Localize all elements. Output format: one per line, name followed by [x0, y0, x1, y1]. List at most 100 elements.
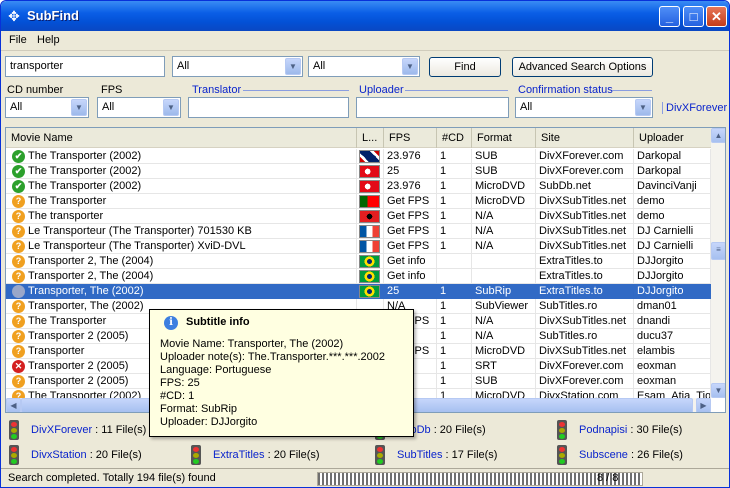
- language-flag-cell: [357, 224, 384, 239]
- confirmation-value: All: [520, 101, 533, 113]
- maximize-button[interactable]: □: [683, 6, 704, 27]
- uploader-input[interactable]: [356, 97, 509, 118]
- table-row[interactable]: The Transporter (2002) 25 1 SUB DivXForever.…: [6, 164, 711, 179]
- subtitle-info-tooltip: i Subtitle info Movie Name: Transporter,…: [149, 309, 414, 437]
- confirmation-label: Confirmation status: [518, 84, 613, 96]
- site-name[interactable]: ExtraTitles: [213, 449, 265, 461]
- confirmed-check-icon: ✔: [12, 180, 25, 193]
- cell-uploader: DJJorgito: [634, 284, 711, 299]
- find-button[interactable]: Find: [429, 57, 501, 77]
- table-row[interactable]: Transporter, The (2002) 25 1 SubRip ExtraTit…: [6, 284, 711, 299]
- site-file-count: : 20 File(s): [264, 449, 320, 461]
- cell-name: The Transporter (2002): [6, 164, 357, 179]
- cell-uploader: elambis: [634, 344, 711, 359]
- cell-site: ExtraTitles.to: [536, 254, 634, 269]
- language-select-2[interactable]: All ▼: [308, 56, 420, 77]
- rejected-x-icon: ✕: [12, 360, 25, 373]
- table-row[interactable]: Le Transporteur (The Transporter) XviD-D…: [6, 239, 711, 254]
- cell-name: The Transporter (2002): [6, 179, 357, 194]
- column-fps[interactable]: FPS: [384, 128, 437, 148]
- site-name[interactable]: SubTitles: [397, 449, 442, 461]
- language-flag-cell: [357, 284, 384, 299]
- site-count-divxforever[interactable]: DivXForever : 11 File(s): [9, 420, 146, 440]
- site-name[interactable]: DivXForever: [31, 424, 92, 436]
- table-row[interactable]: Transporter 2, The (2004) Get info ExtraTi…: [6, 254, 711, 269]
- site-count-podnapisi[interactable]: Podnapisi : 30 File(s): [557, 420, 682, 440]
- search-progress-bar: [317, 472, 643, 486]
- column-cd[interactable]: #CD: [437, 128, 472, 148]
- language-select-1-value: All: [177, 60, 190, 72]
- table-row[interactable]: The Transporter (2002) 23.976 1 MicroDVD Sub…: [6, 179, 711, 194]
- cd-number-select[interactable]: All ▼: [5, 97, 89, 118]
- advanced-search-button[interactable]: Advanced Search Options: [512, 57, 653, 77]
- table-row[interactable]: Le Transporteur (The Transporter) 701530…: [6, 224, 711, 239]
- site-file-count: : 17 File(s): [442, 449, 498, 461]
- cell-name: The Transporter: [6, 194, 357, 209]
- cell-name: Transporter 2, The (2004): [6, 254, 357, 269]
- scroll-right-button[interactable]: ▶: [696, 398, 711, 412]
- title-bar[interactable]: ✥ SubFind _ □ ✕: [1, 1, 729, 31]
- minimize-button[interactable]: _: [659, 6, 680, 27]
- site-name[interactable]: Subscene: [579, 449, 628, 461]
- vertical-scrollbar[interactable]: ▲ ≡ ▼: [711, 128, 725, 398]
- scroll-left-button[interactable]: ◀: [6, 398, 21, 412]
- site-count-subtitles[interactable]: SubTitles : 17 File(s): [375, 445, 498, 465]
- cell-cd: [437, 254, 472, 269]
- cell-cd: 1: [437, 194, 472, 209]
- traffic-light-icon: [557, 420, 567, 440]
- site-name[interactable]: DivxStation: [31, 449, 87, 461]
- traffic-light-icon: [9, 445, 19, 465]
- site-count-extratitles[interactable]: ExtraTitles : 20 File(s): [191, 445, 320, 465]
- language-select-1[interactable]: All ▼: [172, 56, 303, 77]
- cell-cd: 1: [437, 299, 472, 314]
- unconfirmed-question-icon: ?: [12, 270, 25, 283]
- cd-number-value: All: [10, 101, 23, 113]
- confirmation-select[interactable]: All ▼: [515, 97, 653, 118]
- cell-fps: 23.976: [384, 149, 437, 164]
- cell-fps: Get FPS: [384, 239, 437, 254]
- fps-label: FPS: [101, 84, 123, 96]
- cell-site: ExtraTitles.to: [536, 284, 634, 299]
- table-row[interactable]: Transporter 2, The (2004) Get info ExtraTi…: [6, 269, 711, 284]
- cell-format: SUB: [472, 149, 536, 164]
- scroll-up-button[interactable]: ▲: [711, 128, 725, 143]
- cell-cd: 1: [437, 239, 472, 254]
- close-button[interactable]: ✕: [706, 6, 727, 27]
- translator-input[interactable]: [188, 97, 349, 118]
- site-count-divxstation[interactable]: DivxStation : 20 File(s): [9, 445, 142, 465]
- site-tab-divxforever[interactable]: DivXForever: [662, 102, 727, 114]
- cell-site: DivXForever.com: [536, 164, 634, 179]
- cell-fps: 25: [384, 284, 437, 299]
- cell-site: DivXSubTitles.net: [536, 239, 634, 254]
- column-site[interactable]: Site: [536, 128, 634, 148]
- column-uploader[interactable]: Uploader: [634, 128, 711, 148]
- cell-site: SubTitles.ro: [536, 299, 634, 314]
- table-row[interactable]: The Transporter Get FPS 1 MicroDVD DivXSubTi…: [6, 194, 711, 209]
- table-row[interactable]: The transporter Get FPS 1 N/A DivXSubTitles.…: [6, 209, 711, 224]
- cell-cd: 1: [437, 164, 472, 179]
- scroll-thumb[interactable]: ≡: [711, 242, 725, 260]
- site-name[interactable]: Podnapisi: [579, 424, 627, 436]
- menu-help[interactable]: Help: [37, 34, 60, 46]
- cell-site: DivXSubTitles.net: [536, 209, 634, 224]
- app-icon: ✥: [8, 8, 20, 24]
- cell-name: Le Transporteur (The Transporter) 701530…: [6, 224, 357, 239]
- cell-format: SUB: [472, 164, 536, 179]
- chevron-down-icon: ▼: [163, 99, 179, 116]
- column-movie-name[interactable]: Movie Name: [6, 128, 357, 148]
- cell-fps: Get info: [384, 269, 437, 284]
- cell-uploader: eoxman: [634, 359, 711, 374]
- scroll-down-button[interactable]: ▼: [711, 383, 725, 398]
- site-count-subscene[interactable]: Subscene : 26 File(s): [557, 445, 683, 465]
- menu-file[interactable]: File: [9, 34, 27, 46]
- cell-format: N/A: [472, 209, 536, 224]
- fps-select[interactable]: All ▼: [97, 97, 181, 118]
- search-input[interactable]: transporter: [5, 56, 165, 77]
- cell-cd: 1: [437, 374, 472, 389]
- cell-uploader: demo: [634, 194, 711, 209]
- language-flag-cell: [357, 209, 384, 224]
- column-language[interactable]: L...: [357, 128, 384, 148]
- cell-format: SUB: [472, 374, 536, 389]
- table-row[interactable]: The Transporter (2002) 23.976 1 SUB DivXFore…: [6, 149, 711, 164]
- column-format[interactable]: Format: [472, 128, 536, 148]
